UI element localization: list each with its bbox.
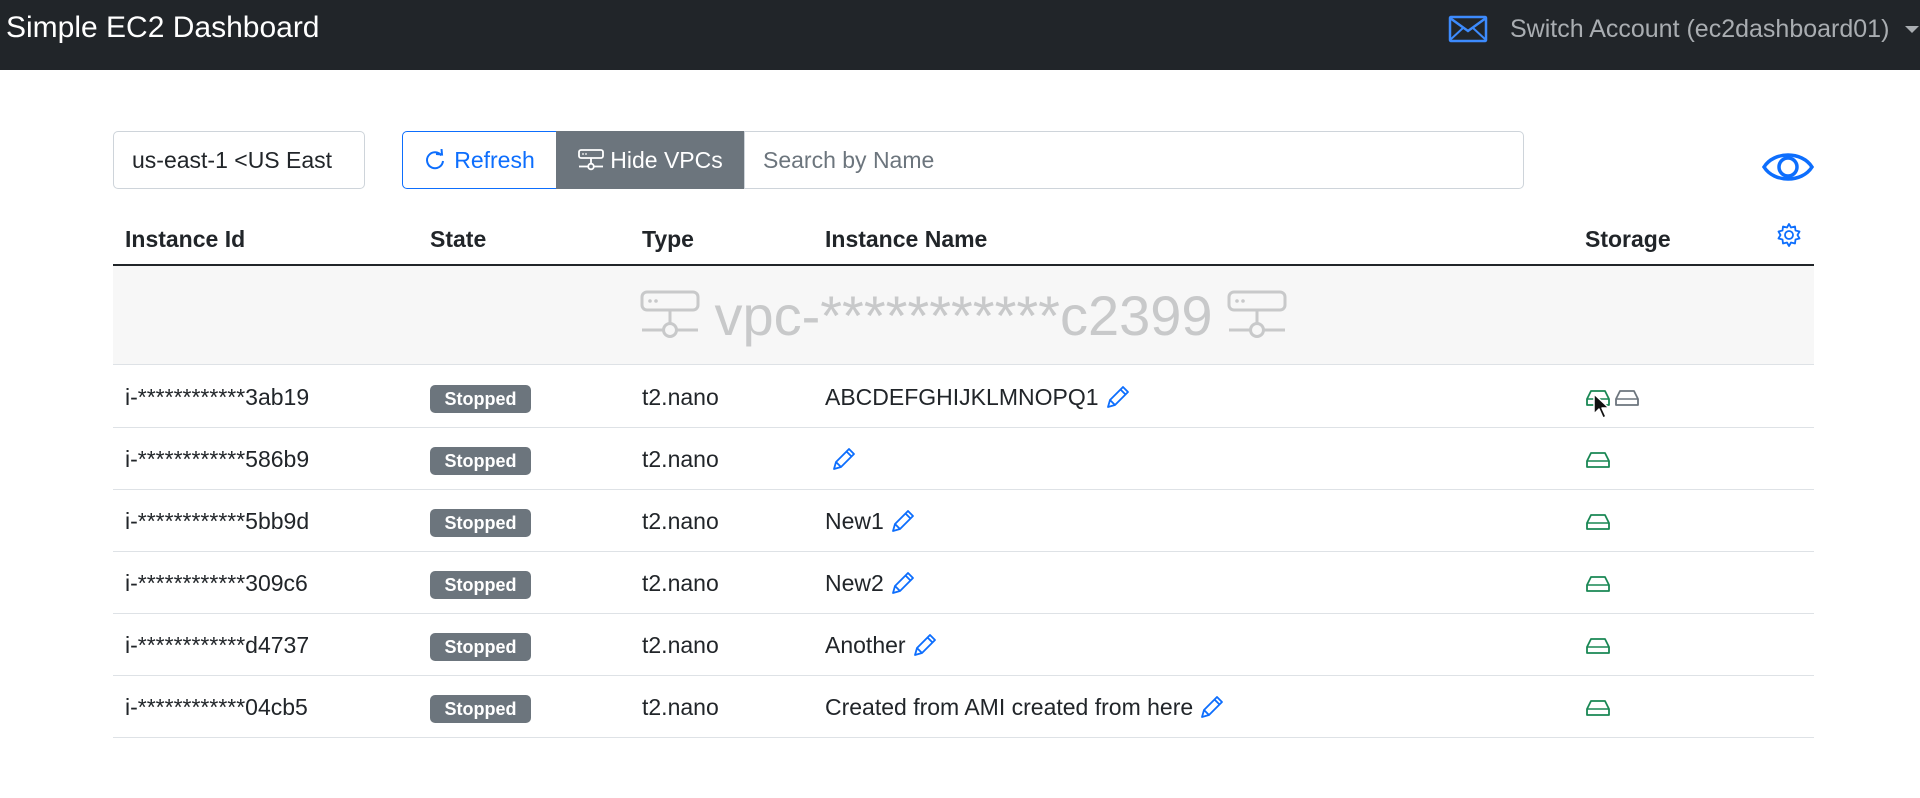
pencil-icon[interactable]: [1105, 384, 1131, 410]
status-badge: Stopped: [430, 571, 531, 599]
instance-id: i-************586b9: [125, 446, 310, 472]
app-title[interactable]: Simple EC2 Dashboard: [6, 13, 320, 43]
refresh-icon: [426, 149, 445, 170]
status-badge: Stopped: [430, 509, 531, 537]
hide-vpcs-label: Hide VPCs: [610, 146, 723, 173]
hard-drive-icon[interactable]: [1585, 637, 1611, 655]
envelope-icon[interactable]: [1448, 14, 1488, 44]
instance-id: i-************d4737: [125, 632, 310, 658]
top-navbar: Simple EC2 Dashboard Switch Account (ec2…: [0, 0, 1920, 70]
switch-account-dropdown[interactable]: Switch Account (ec2dashboard01): [1510, 14, 1889, 44]
table-row[interactable]: i-************3ab19 Stopped t2.nano ABCD…: [113, 366, 1814, 428]
eye-icon[interactable]: [1762, 148, 1814, 186]
network-icon: [578, 149, 605, 171]
instance-type: t2.nano: [642, 446, 719, 472]
status-badge: Stopped: [430, 447, 531, 475]
instance-type: t2.nano: [642, 508, 719, 534]
col-storage[interactable]: Storage: [1585, 224, 1671, 254]
vpc-group-row: vpc-***********c2399: [113, 266, 1814, 365]
instance-name: Another: [825, 631, 906, 658]
table-row[interactable]: i-************309c6 Stopped t2.nano New2: [113, 552, 1814, 614]
col-state[interactable]: State: [430, 224, 486, 254]
hard-drive-icon[interactable]: [1585, 575, 1611, 593]
col-type[interactable]: Type: [642, 224, 694, 254]
refresh-button[interactable]: Refresh: [402, 131, 557, 189]
status-badge: Stopped: [430, 385, 531, 413]
chevron-down-icon[interactable]: [1905, 26, 1919, 33]
instance-type: t2.nano: [642, 632, 719, 658]
refresh-label: Refresh: [454, 146, 535, 173]
instance-id: i-************04cb5: [125, 694, 308, 720]
pencil-icon[interactable]: [1199, 694, 1225, 720]
table-row[interactable]: i-************d4737 Stopped t2.nano Anot…: [113, 614, 1814, 676]
instance-name: New2: [825, 569, 884, 596]
pencil-icon[interactable]: [831, 446, 857, 472]
table-row[interactable]: i-************5bb9d Stopped t2.nano New1: [113, 490, 1814, 552]
table-row[interactable]: i-************04cb5 Stopped t2.nano Crea…: [113, 676, 1814, 738]
gear-icon[interactable]: [1776, 222, 1802, 248]
hard-drive-icon[interactable]: [1585, 451, 1611, 469]
network-icon: [640, 290, 700, 338]
instance-name: ABCDEFGHIJKLMNOPQ1: [825, 383, 1099, 410]
pencil-icon[interactable]: [890, 508, 916, 534]
instance-id: i-************5bb9d: [125, 508, 310, 534]
instance-id: i-************309c6: [125, 570, 308, 596]
region-select[interactable]: us-east-1 <US East: [113, 131, 365, 189]
hard-drive-icon[interactable]: [1614, 389, 1640, 407]
instance-id: i-************3ab19: [125, 384, 310, 410]
hide-vpcs-button[interactable]: Hide VPCs: [556, 131, 745, 189]
col-instance-id[interactable]: Instance Id: [125, 224, 245, 254]
search-input[interactable]: [744, 131, 1524, 189]
instance-type: t2.nano: [642, 384, 719, 410]
col-instance-name[interactable]: Instance Name: [825, 224, 987, 254]
status-badge: Stopped: [430, 633, 531, 661]
pencil-icon[interactable]: [912, 632, 938, 658]
table-header: Instance Id State Type Instance Name Sto…: [113, 216, 1814, 266]
table-row[interactable]: i-************586b9 Stopped t2.nano: [113, 428, 1814, 490]
mouse-cursor-icon: [1593, 393, 1610, 419]
hard-drive-icon[interactable]: [1585, 699, 1611, 717]
instance-type: t2.nano: [642, 694, 719, 720]
status-badge: Stopped: [430, 695, 531, 723]
vpc-id: vpc-***********c2399: [714, 284, 1213, 347]
instance-name: Created from AMI created from here: [825, 693, 1194, 720]
hard-drive-icon[interactable]: [1585, 513, 1611, 531]
instance-name: New1: [825, 507, 884, 534]
pencil-icon[interactable]: [890, 570, 916, 596]
network-icon: [1227, 290, 1287, 338]
instance-type: t2.nano: [642, 570, 719, 596]
